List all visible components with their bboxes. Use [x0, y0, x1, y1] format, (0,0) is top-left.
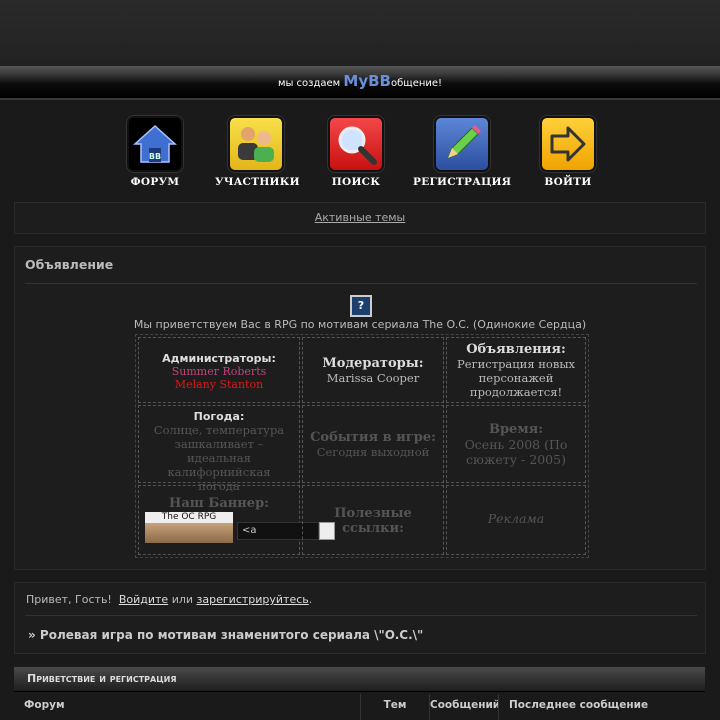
events-cell: События в игре: Сегодня выходной — [302, 405, 444, 483]
active-topics-panel: Активные темы — [14, 202, 706, 234]
nav-search[interactable]: ПОИСК — [323, 116, 389, 188]
mybb-logo: MyBB — [343, 72, 391, 90]
nav-login[interactable]: ВОЙТИ — [537, 116, 599, 188]
weather-cell: Погода: Солнце, температура зашкаливает … — [138, 405, 300, 493]
login-link[interactable]: Войдите — [119, 593, 168, 606]
admin-link[interactable]: Melany Stanton — [139, 378, 299, 391]
welcome-text: Мы приветствуем Вас в RPG по мотивам сер… — [133, 318, 587, 331]
users-icon — [228, 116, 284, 172]
col-last-post: Последнее сообщение — [509, 699, 649, 711]
search-icon — [328, 116, 384, 172]
top-band — [0, 0, 720, 66]
divider — [25, 615, 697, 616]
login-arrow-icon — [540, 116, 596, 172]
pencil-icon — [434, 116, 490, 172]
home-icon: BB — [127, 116, 183, 172]
links-cell: Полезные ссылки: — [302, 485, 444, 555]
ads-cell: Объявления: Регистрация новых персонажей… — [446, 337, 586, 403]
forum-table-header: Форум Тем Сообщений Последнее сообщение — [14, 694, 705, 720]
nav-forum[interactable]: BB ФОРУМ — [120, 116, 190, 188]
register-link[interactable]: зарегистрируйтесь — [197, 593, 309, 606]
ad-cell: Реклама — [446, 485, 586, 555]
mybb-slogan[interactable]: мы создаем MyBBобщение! — [0, 72, 720, 90]
active-topics-link[interactable]: Активные темы — [15, 211, 705, 224]
nav-members[interactable]: УЧАСТНИКИ — [215, 116, 300, 188]
announcement-panel: Объявление ? Мы приветствуем Вас в RPG п… — [14, 246, 706, 570]
announcement-grid: Администраторы: Summer Roberts Melany St… — [135, 334, 589, 558]
banner-cell: Наш Баннер: The OC RPG <a — [138, 485, 335, 555]
category-header: Приветствие и регистрация — [14, 667, 705, 692]
col-posts: Сообщений — [430, 694, 499, 720]
col-topics: Тем — [361, 694, 430, 720]
col-forum: Форум — [14, 694, 361, 720]
time-cell: Время: Осень 2008 (По сюжету - 2005) — [446, 405, 586, 483]
mybb-header-bar: мы создаем MyBBобщение! — [0, 66, 720, 100]
nav-register[interactable]: РЕГИСТРАЦИЯ — [413, 116, 511, 188]
mod-link[interactable]: Marissa Cooper — [303, 371, 443, 385]
announcement-title: Объявление — [25, 257, 114, 272]
guest-greeting: Привет, Гость! Войдите или зарегистрируй… — [26, 593, 313, 606]
divider — [25, 283, 697, 284]
mods-cell: Модераторы: Marissa Cooper — [302, 337, 444, 403]
tagline: » Ролевая игра по мотивам знаменитого се… — [28, 628, 424, 642]
main-navigation: BB ФОРУМ УЧАСТНИКИ ПОИСК РЕГИСТРАЦИЯ ВОЙ… — [0, 116, 720, 188]
guest-panel: Привет, Гость! Войдите или зарегистрируй… — [14, 582, 706, 654]
admins-cell: Администраторы: Summer Roberts Melany St… — [138, 337, 300, 403]
svg-text:BB: BB — [149, 152, 161, 161]
question-mark-icon: ? — [350, 295, 372, 317]
banner-image[interactable]: The OC RPG — [145, 512, 233, 543]
admin-link[interactable]: Summer Roberts — [139, 365, 299, 378]
